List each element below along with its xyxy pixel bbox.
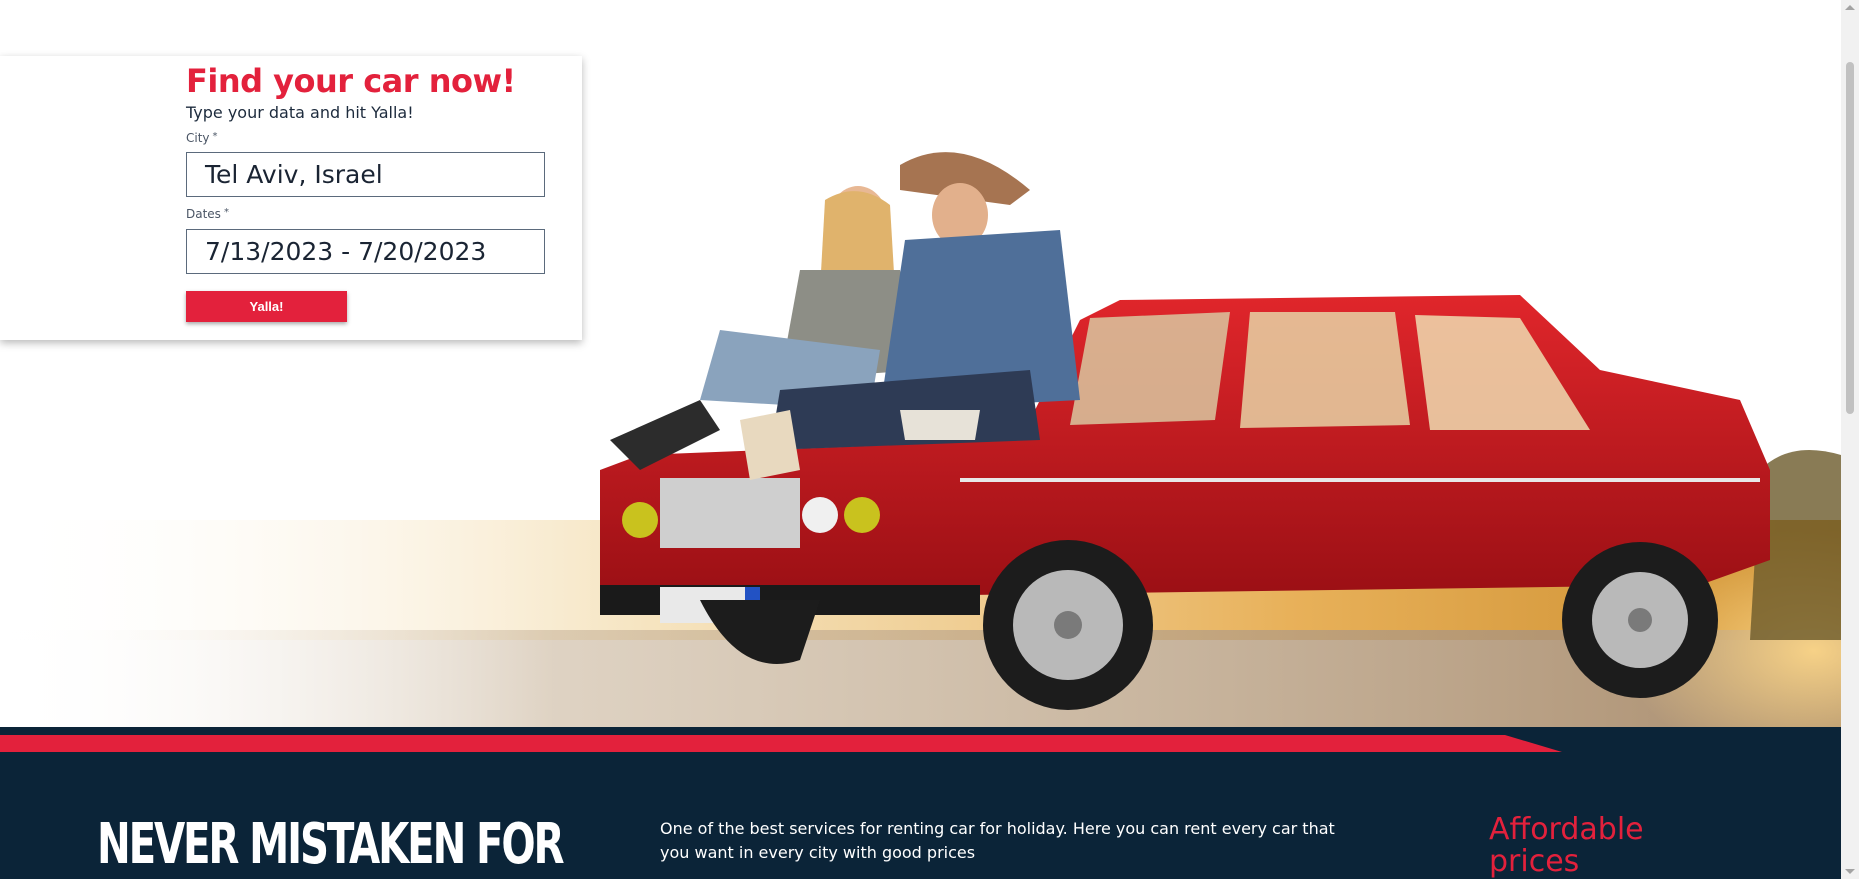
- city-label: City *: [186, 131, 218, 145]
- about-headline: NEVER MISTAKEN FOR: [97, 812, 565, 877]
- search-title: Find your car now!: [186, 62, 516, 100]
- feature-title-affordable: Affordable prices: [1489, 812, 1644, 879]
- city-input[interactable]: Tel Aviv, Israel: [186, 152, 545, 197]
- dates-label: Dates *: [186, 207, 229, 221]
- required-marker: *: [212, 131, 218, 142]
- scrollbar-thumb[interactable]: [1846, 62, 1854, 414]
- city-label-text: City: [186, 131, 210, 145]
- required-marker: *: [223, 207, 229, 218]
- scroll-up-arrow-icon[interactable]: [1845, 5, 1855, 10]
- about-description: One of the best services for renting car…: [660, 819, 1335, 862]
- yalla-submit-button[interactable]: Yalla!: [186, 291, 347, 322]
- search-subtitle: Type your data and hit Yalla!: [186, 103, 414, 122]
- red-accent-stripe: [0, 735, 1562, 752]
- dates-label-text: Dates: [186, 207, 221, 221]
- scroll-down-arrow-icon[interactable]: [1845, 869, 1855, 874]
- dates-input[interactable]: 7/13/2023 - 7/20/2023: [186, 229, 545, 274]
